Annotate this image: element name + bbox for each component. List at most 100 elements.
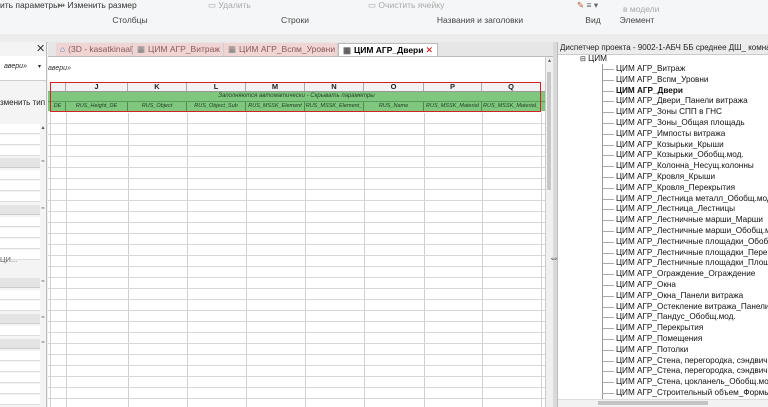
tree-item[interactable]: ЦИМ АГР_Перекрытия bbox=[616, 323, 703, 334]
resize-button[interactable]: ⇹ Изменить размер bbox=[58, 0, 137, 11]
property-row[interactable] bbox=[0, 217, 40, 227]
tree-item[interactable]: ЦИМ АГР_Лестница_Лестницы bbox=[616, 204, 735, 215]
table-row[interactable] bbox=[48, 223, 545, 234]
table-row[interactable] bbox=[48, 289, 545, 300]
table-row[interactable] bbox=[48, 234, 545, 245]
collapse-icon[interactable]: ≈ bbox=[40, 314, 46, 322]
table-row[interactable] bbox=[48, 311, 545, 322]
table-row[interactable] bbox=[48, 355, 545, 366]
tree-item[interactable]: ЦИМ АГР_Стена, перегородка, сэндвич-пане bbox=[616, 356, 768, 367]
table-row[interactable] bbox=[48, 190, 545, 201]
table-row[interactable] bbox=[48, 135, 545, 146]
expand-icon[interactable]: ▴ bbox=[40, 124, 46, 132]
close-icon[interactable]: ✕ bbox=[36, 42, 45, 55]
tree-item[interactable]: ЦИМ АГР_Импосты витража bbox=[616, 129, 725, 140]
tree-item[interactable]: ЦИМ АГР_Лестничные площадки_Перекрыти bbox=[616, 248, 768, 259]
tab-3d-view[interactable]: ⌂ (3D - kasatkinaal) bbox=[56, 43, 135, 56]
tree-item[interactable]: ЦИМ АГР_Вспм_Уровни bbox=[616, 75, 709, 86]
tab-schedule-doors[interactable]: ▦ ЦИМ АГР_Двери ✕ bbox=[338, 43, 438, 56]
table-row[interactable] bbox=[48, 113, 545, 124]
tree-item[interactable]: ЦИМ АГР_Козырьки_Крыши bbox=[616, 140, 724, 151]
tree-item[interactable]: ЦИМ АГР_Потолки bbox=[616, 345, 688, 356]
property-group-header[interactable] bbox=[0, 205, 40, 215]
tree-item[interactable]: ЦИМ АГР_Лестница металл_Обобщ.мод. bbox=[616, 194, 768, 205]
tree-item[interactable]: ЦИМ АГР_Двери bbox=[616, 86, 683, 97]
tree-item[interactable]: ЦИМ АГР_Лестничные марши_Обобщ.мод. bbox=[616, 226, 768, 237]
property-row[interactable] bbox=[0, 290, 40, 300]
property-group-header[interactable] bbox=[0, 278, 40, 288]
property-row[interactable] bbox=[0, 146, 40, 156]
tree-item[interactable]: ЦИМ АГР_Козырьки_Обобщ.мод. bbox=[616, 150, 744, 161]
collapse-icon[interactable]: ≈ bbox=[40, 339, 46, 347]
property-row[interactable] bbox=[0, 181, 40, 191]
property-row[interactable] bbox=[0, 239, 40, 249]
property-row[interactable] bbox=[0, 301, 40, 311]
table-row[interactable] bbox=[48, 245, 545, 256]
property-group-header[interactable] bbox=[0, 314, 40, 324]
table-row[interactable] bbox=[48, 399, 545, 407]
edit-type-label[interactable]: зменить тип bbox=[0, 98, 45, 107]
property-row[interactable] bbox=[0, 395, 40, 405]
clear-cell-button[interactable]: ▭ Очистить ячейку bbox=[368, 0, 444, 11]
type-selector[interactable]: авери» ▾ bbox=[0, 56, 46, 81]
tree-item[interactable]: ЦИМ АГР_Строительный объем_Формы bbox=[616, 388, 768, 399]
table-row[interactable] bbox=[48, 256, 545, 267]
tree-item[interactable]: ЦИМ АГР_Помещения bbox=[616, 334, 702, 345]
table-row[interactable] bbox=[48, 278, 545, 289]
collapse-icon[interactable]: ⊟ bbox=[580, 56, 586, 63]
property-row[interactable] bbox=[0, 192, 40, 202]
table-row[interactable] bbox=[48, 366, 545, 377]
property-group-header[interactable] bbox=[0, 339, 40, 349]
property-row[interactable] bbox=[0, 373, 40, 383]
tree-item[interactable]: ЦИМ АГР_Витраж bbox=[616, 64, 685, 75]
tree-item[interactable]: ЦИМ АГР_Двери_Панели витража bbox=[616, 96, 748, 107]
tree-item[interactable]: ЦИМ АГР_Остекление витража_Панели витраж bbox=[616, 302, 768, 313]
tree-item[interactable]: ЦИМ АГР_Кровля_Перекрытия bbox=[616, 183, 735, 194]
table-row[interactable] bbox=[48, 377, 545, 388]
property-row[interactable] bbox=[0, 228, 40, 238]
tree-item[interactable]: ЦИМ АГР_Ограждение_Ограждение bbox=[616, 269, 755, 280]
property-row[interactable] bbox=[0, 362, 40, 372]
tab-schedule-levels[interactable]: ▦ ЦИМ АГР_Вспм_Уровни bbox=[224, 43, 338, 56]
table-row[interactable] bbox=[48, 333, 545, 344]
table-row[interactable] bbox=[48, 267, 545, 278]
delete-button[interactable]: ▭ Удалить bbox=[208, 0, 251, 11]
table-row[interactable] bbox=[48, 300, 545, 311]
tree-item[interactable]: ЦИМ АГР_Пандус_Обобщ.мод. bbox=[616, 312, 736, 323]
tab-schedule-vitrazh[interactable]: ▦ ЦИМ АГР_Витраж bbox=[133, 43, 224, 56]
table-row[interactable] bbox=[48, 344, 545, 355]
collapse-icon[interactable]: ≈ bbox=[40, 205, 46, 213]
property-row[interactable] bbox=[0, 351, 40, 361]
collapse-icon[interactable]: ≈ bbox=[40, 158, 46, 166]
table-row[interactable] bbox=[48, 168, 545, 179]
close-tab-icon[interactable]: ✕ bbox=[425, 44, 433, 57]
tree-item[interactable]: ЦИМ АГР_Зоны СПП в ГНС bbox=[616, 107, 722, 118]
table-row[interactable] bbox=[48, 124, 545, 135]
highlight-tools[interactable]: ✎ ≡ ▾ bbox=[577, 0, 598, 11]
scrollbar-thumb[interactable] bbox=[547, 72, 551, 190]
tree-item[interactable]: ЦИМ АГР_Лестничные площадки_Площадки bbox=[616, 258, 768, 269]
table-row[interactable] bbox=[48, 146, 545, 157]
table-row[interactable] bbox=[48, 388, 545, 399]
property-row[interactable] bbox=[0, 384, 40, 394]
tree-item[interactable]: ЦИМ АГР_Стена, перегородка, сэндвич-пане bbox=[616, 366, 768, 377]
scroll-up-icon[interactable]: ▴ bbox=[546, 57, 553, 64]
schedule-view[interactable]: авери» J K L M N O P Q Заполняются автом… bbox=[48, 57, 545, 407]
table-row[interactable] bbox=[48, 212, 545, 223]
tree-item[interactable]: ЦИМ АГР_Окна bbox=[616, 280, 676, 291]
table-row[interactable] bbox=[48, 322, 545, 333]
table-row[interactable] bbox=[48, 179, 545, 190]
table-row[interactable] bbox=[48, 201, 545, 212]
tree-item[interactable]: ЦИМ АГР_Колонна_Несущ.колонны bbox=[616, 161, 754, 172]
property-row[interactable] bbox=[0, 124, 40, 134]
edit-parameters-button[interactable]: ить параметры bbox=[0, 0, 59, 11]
property-row[interactable] bbox=[0, 326, 40, 336]
tree-item[interactable]: ЦИМ АГР_Кровля_Крыши bbox=[616, 172, 715, 183]
property-group-header[interactable] bbox=[0, 158, 40, 168]
tree-item[interactable]: ЦИМ АГР_Лестничные площадки_Обобщ.мод. bbox=[616, 237, 768, 248]
property-row[interactable] bbox=[0, 135, 40, 145]
scrollbar-thumb[interactable] bbox=[598, 401, 708, 405]
table-row[interactable] bbox=[48, 157, 545, 168]
collapse-icon[interactable]: ≈ bbox=[40, 278, 46, 286]
tree-item[interactable]: ЦИМ АГР_Стена, цокланель_Обобщ.мод. bbox=[616, 377, 768, 388]
